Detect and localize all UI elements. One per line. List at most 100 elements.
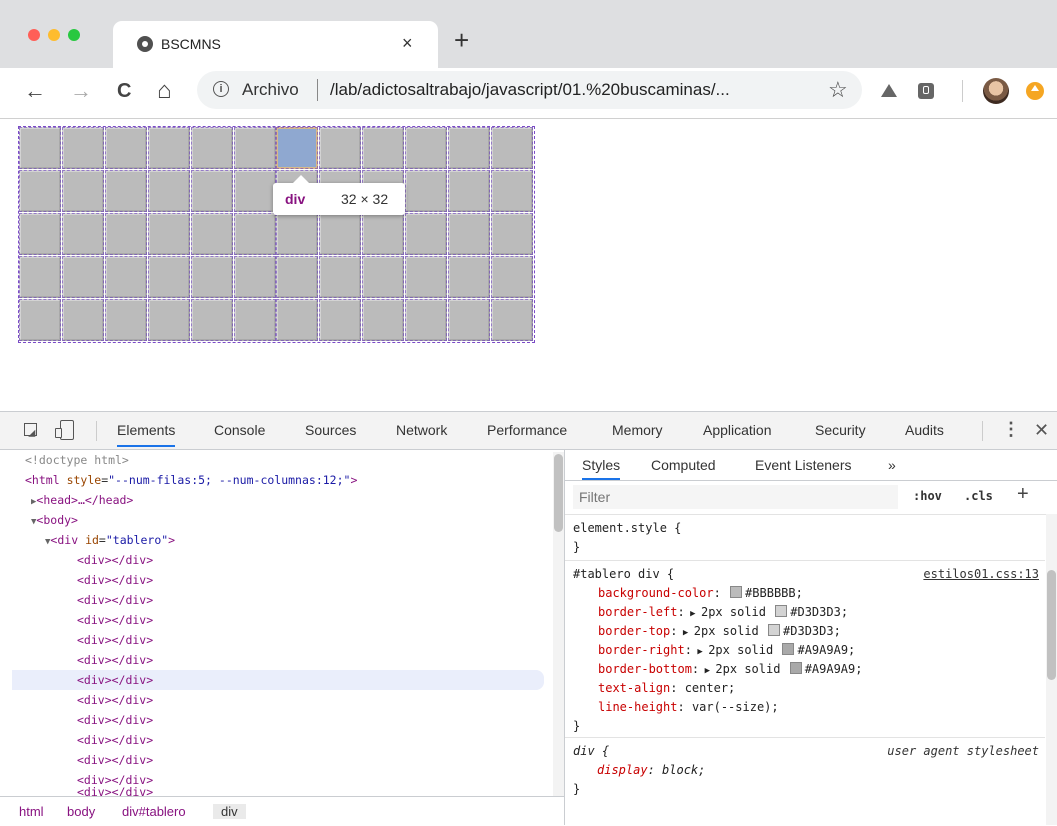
board-cell[interactable] <box>490 127 533 169</box>
tab-performance[interactable]: Performance <box>487 422 567 438</box>
tab-computed[interactable]: Computed <box>651 457 716 473</box>
tab-close-icon[interactable]: × <box>402 33 413 54</box>
address-bar[interactable]: i Archivo /lab/adictosaltrabajo/javascri… <box>197 71 862 109</box>
board-cell[interactable] <box>362 299 405 341</box>
board-cell[interactable] <box>190 299 233 341</box>
back-arrow-icon[interactable]: ← <box>24 79 46 103</box>
css-declaration[interactable]: background-color: #BBBBBB; <box>598 584 803 603</box>
board-cell[interactable] <box>362 213 405 255</box>
dom-child-node[interactable]: <div></div> <box>12 670 544 690</box>
tab-elements[interactable]: Elements <box>117 422 176 447</box>
tab-application[interactable]: Application <box>703 422 772 438</box>
styles-scrollbar[interactable] <box>1046 514 1057 825</box>
board-cell[interactable] <box>104 299 147 341</box>
board-cell[interactable] <box>490 299 533 341</box>
tab-sources[interactable]: Sources <box>305 422 356 438</box>
tab-network[interactable]: Network <box>396 422 447 438</box>
expand-triangle-icon[interactable]: ▶ <box>685 609 701 619</box>
tab-memory[interactable]: Memory <box>612 422 663 438</box>
board-cell[interactable] <box>405 127 448 169</box>
board-cell[interactable] <box>104 127 147 169</box>
expand-triangle-icon[interactable]: ▶ <box>692 647 708 657</box>
dom-doctype[interactable]: <!doctype html> <box>25 450 548 470</box>
tab-console[interactable]: Console <box>214 422 265 438</box>
board-cell[interactable] <box>19 170 61 212</box>
info-icon[interactable]: i <box>213 81 229 97</box>
tab-styles[interactable]: Styles <box>582 457 621 480</box>
more-tabs-icon[interactable]: » <box>888 457 896 473</box>
board-cell[interactable] <box>276 299 319 341</box>
board-cell[interactable] <box>490 256 533 298</box>
dom-tablero-node[interactable]: ▼<div id="tablero"> <box>45 530 548 550</box>
board-cell[interactable] <box>490 213 533 255</box>
board-cell[interactable] <box>19 299 61 341</box>
board-cell[interactable] <box>490 170 533 212</box>
board-cell[interactable] <box>19 127 61 169</box>
home-icon[interactable]: ⌂ <box>157 79 172 103</box>
color-swatch-icon[interactable] <box>768 624 781 636</box>
tab-event-listeners[interactable]: Event Listeners <box>755 457 852 473</box>
device-toolbar-icon[interactable] <box>55 420 74 440</box>
board-cell[interactable] <box>147 256 190 298</box>
board-cell[interactable] <box>319 127 362 169</box>
board-cell[interactable] <box>448 170 490 212</box>
board-cell[interactable] <box>104 256 147 298</box>
dom-scrollbar[interactable] <box>553 452 564 797</box>
board-cell[interactable] <box>405 299 448 341</box>
dom-child-node[interactable]: <div></div> <box>77 730 548 750</box>
color-swatch-icon[interactable] <box>782 643 795 655</box>
class-toggle-button[interactable]: .cls <box>964 489 993 503</box>
new-rule-button[interactable]: + <box>1017 483 1029 506</box>
color-swatch-icon[interactable] <box>775 605 788 617</box>
forward-arrow-icon[interactable]: → <box>70 79 92 103</box>
close-devtools-icon[interactable]: ✕ <box>1034 420 1049 441</box>
dom-scroll-thumb[interactable] <box>554 454 563 532</box>
css-declaration[interactable]: border-top: ▶ 2px solid #D3D3D3; <box>598 622 841 641</box>
dom-child-node[interactable]: <div></div> <box>77 630 548 650</box>
crumb-body[interactable]: body <box>67 804 95 819</box>
board-cell[interactable] <box>319 213 362 255</box>
color-swatch-icon[interactable] <box>730 586 743 598</box>
board-cell[interactable] <box>233 213 276 255</box>
dom-child-node[interactable]: <div></div> <box>77 690 548 710</box>
board-cell[interactable] <box>319 256 362 298</box>
avatar[interactable] <box>983 78 1009 104</box>
css-declaration[interactable]: border-bottom: ▶ 2px solid #A9A9A9; <box>598 660 862 679</box>
board-cell[interactable] <box>190 213 233 255</box>
css-declaration[interactable]: text-align: center; <box>598 679 735 698</box>
board-cell[interactable] <box>233 127 276 169</box>
inspect-element-icon[interactable] <box>24 423 37 436</box>
styles-filter-input[interactable] <box>573 485 898 509</box>
crumb-div[interactable]: div <box>213 804 246 819</box>
minimize-window-button[interactable] <box>48 29 60 41</box>
expand-triangle-icon[interactable]: ▶ <box>699 666 715 676</box>
board-cell[interactable] <box>276 256 319 298</box>
board-cell[interactable] <box>61 170 104 212</box>
board-cell[interactable] <box>190 256 233 298</box>
crumb-html[interactable]: html <box>19 804 44 819</box>
reload-icon[interactable]: C <box>117 79 131 103</box>
css-declaration[interactable]: line-height: var(--size); <box>598 698 779 717</box>
crumb-tablero[interactable]: div#tablero <box>122 804 186 819</box>
dom-child-node[interactable]: <div></div> <box>77 750 548 770</box>
bookmark-star-icon[interactable]: ☆ <box>828 77 848 103</box>
expand-triangle-icon[interactable]: ▶ <box>677 628 693 638</box>
tab-audits[interactable]: Audits <box>905 422 944 438</box>
css-declaration[interactable]: border-left: ▶ 2px solid #D3D3D3; <box>598 603 848 622</box>
board-cell[interactable] <box>104 170 147 212</box>
stylesheet-link[interactable]: estilos01.css:13 <box>923 565 1039 584</box>
board-cell[interactable] <box>233 170 276 212</box>
new-tab-button[interactable]: + <box>454 27 469 53</box>
board-cell[interactable] <box>19 213 61 255</box>
board-cell[interactable] <box>448 299 490 341</box>
board-cell[interactable] <box>61 256 104 298</box>
board-cell[interactable] <box>319 299 362 341</box>
dom-child-node[interactable]: <div></div> <box>77 650 548 670</box>
hover-state-button[interactable]: :hov <box>913 489 942 503</box>
dom-child-node[interactable]: <div></div> <box>77 570 548 590</box>
board-cell[interactable] <box>233 256 276 298</box>
url-text[interactable]: /lab/adictosaltrabajo/javascript/01.%20b… <box>330 80 730 100</box>
board-cell[interactable] <box>190 170 233 212</box>
board-cell[interactable] <box>61 299 104 341</box>
maximize-window-button[interactable] <box>68 29 80 41</box>
